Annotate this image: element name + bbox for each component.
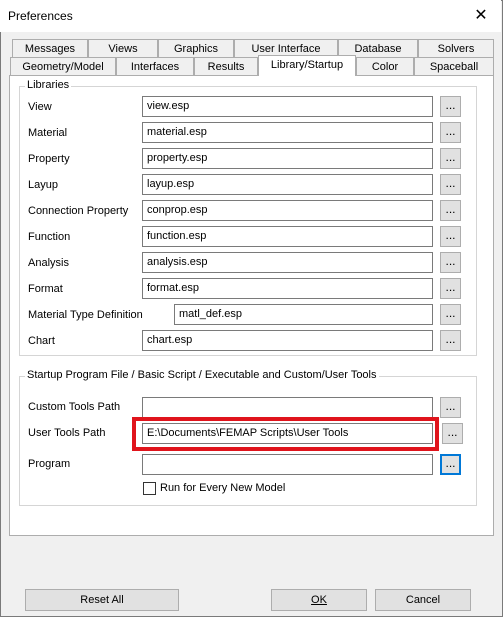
layup-browse-button[interactable]: ... <box>440 174 461 195</box>
connection-property-browse-button[interactable]: ... <box>440 200 461 221</box>
chart-label: Chart <box>28 335 55 347</box>
material-browse-button[interactable]: ... <box>440 122 461 143</box>
layup-field[interactable]: layup.esp <box>142 174 433 195</box>
close-icon[interactable]: ✕ <box>470 6 492 26</box>
connection-property-field[interactable]: conprop.esp <box>142 200 433 221</box>
tab-graphics[interactable]: Graphics <box>158 39 234 58</box>
property-field[interactable]: property.esp <box>142 148 433 169</box>
custom-tools-path-label: Custom Tools Path <box>28 401 121 413</box>
material-type-definition-browse-button[interactable]: ... <box>440 304 461 325</box>
material-label: Material <box>28 127 68 139</box>
format-field[interactable]: format.esp <box>142 278 433 299</box>
material-type-definition-label: Material Type Definition <box>28 309 143 321</box>
tab-geometry-model[interactable]: Geometry/Model <box>10 57 116 76</box>
chart-field[interactable]: chart.esp <box>142 330 433 351</box>
user-tools-path-label: User Tools Path <box>28 427 106 439</box>
ok-button[interactable]: OK <box>271 589 367 611</box>
tab-results[interactable]: Results <box>194 57 258 76</box>
analysis-label: Analysis <box>28 257 69 269</box>
tab-color[interactable]: Color <box>356 57 414 76</box>
program-browse-button[interactable]: ... <box>440 454 461 475</box>
material-field[interactable]: material.esp <box>142 122 433 143</box>
tab-solvers[interactable]: Solvers <box>418 39 494 58</box>
user-tools-path-browse-button[interactable]: ... <box>442 423 463 444</box>
startup-group-title: Startup Program File / Basic Script / Ex… <box>25 369 379 381</box>
tab-messages[interactable]: Messages <box>12 39 88 58</box>
format-browse-button[interactable]: ... <box>440 278 461 299</box>
format-label: Format <box>28 283 63 295</box>
function-label: Function <box>28 231 71 243</box>
libraries-group-title: Libraries <box>25 79 72 91</box>
cancel-button[interactable]: Cancel <box>375 589 471 611</box>
view-field[interactable]: view.esp <box>142 96 433 117</box>
tab-interfaces[interactable]: Interfaces <box>116 57 194 76</box>
custom-tools-path-field[interactable] <box>142 397 433 418</box>
function-field[interactable]: function.esp <box>142 226 433 247</box>
dialog-title: Preferences <box>8 9 73 23</box>
function-browse-button[interactable]: ... <box>440 226 461 247</box>
analysis-browse-button[interactable]: ... <box>440 252 461 273</box>
view-label: View <box>28 101 52 113</box>
program-label: Program <box>28 458 71 470</box>
program-field[interactable] <box>142 454 433 475</box>
run-for-every-new-model-label: Run for Every New Model <box>160 482 286 494</box>
property-label: Property <box>28 153 70 165</box>
tab-library-startup[interactable]: Library/Startup <box>258 55 356 76</box>
tab-views[interactable]: Views <box>88 39 158 58</box>
tab-spaceball[interactable]: Spaceball <box>414 57 494 76</box>
connection-property-label: Connection Property <box>28 205 129 217</box>
view-browse-button[interactable]: ... <box>440 96 461 117</box>
chart-browse-button[interactable]: ... <box>440 330 461 351</box>
highlight-annotation <box>132 417 439 451</box>
reset-all-button[interactable]: Reset All <box>25 589 179 611</box>
run-for-every-new-model-checkbox[interactable] <box>143 482 156 495</box>
title-bar: Preferences ✕ <box>0 0 501 32</box>
property-browse-button[interactable]: ... <box>440 148 461 169</box>
material-type-definition-field[interactable]: matl_def.esp <box>174 304 433 325</box>
analysis-field[interactable]: analysis.esp <box>142 252 433 273</box>
custom-tools-path-browse-button[interactable]: ... <box>440 397 461 418</box>
layup-label: Layup <box>28 179 58 191</box>
